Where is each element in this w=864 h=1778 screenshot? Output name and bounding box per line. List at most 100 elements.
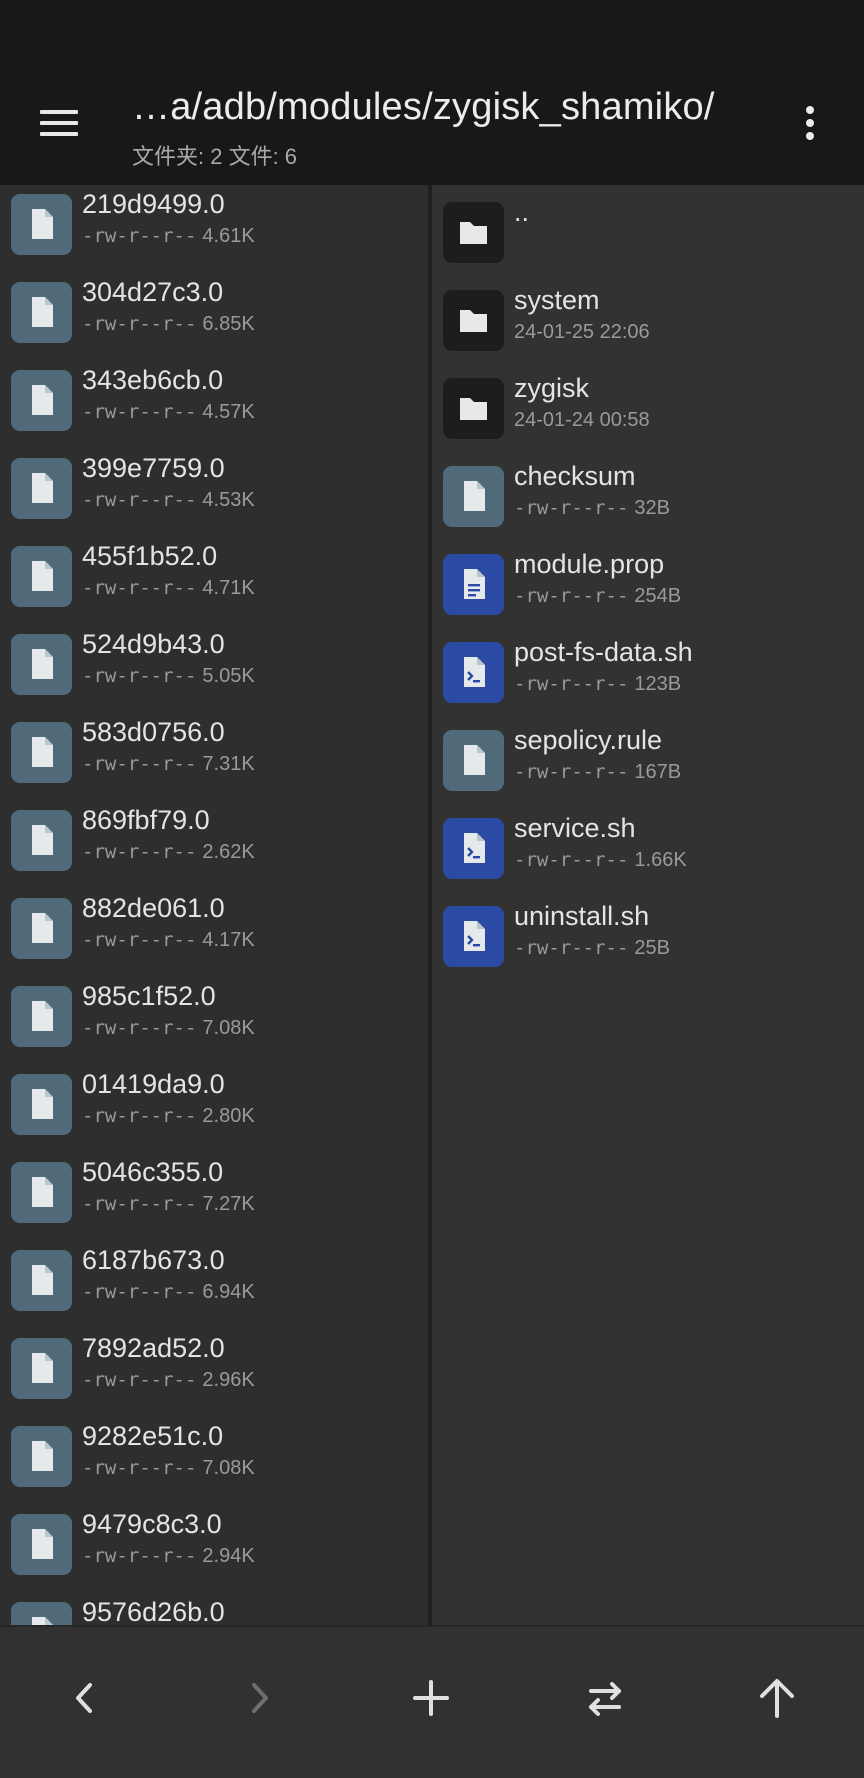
item-size: 7.08K: [202, 1457, 255, 1479]
list-item[interactable]: 524d9b43.0 -rw-r--r-- 5.05K: [0, 617, 428, 705]
item-size: 7.27K: [202, 1193, 255, 1215]
item-name: post-fs-data.sh: [514, 637, 693, 667]
item-name: ..: [514, 197, 530, 227]
item-permissions: -rw-r--r--: [82, 225, 197, 247]
list-item[interactable]: 5046c355.0 -rw-r--r-- 7.27K: [0, 1145, 428, 1233]
item-name: 7892ad52.0: [82, 1333, 225, 1363]
list-item[interactable]: 9282e51c.0 -rw-r--r-- 7.08K: [0, 1409, 428, 1497]
item-permissions: -rw-r--r--: [82, 401, 197, 423]
list-item[interactable]: uninstall.sh -rw-r--r-- 25B: [432, 889, 864, 977]
list-item[interactable]: 9576d26b.0: [0, 1585, 428, 1625]
item-name: 343eb6cb.0: [82, 365, 224, 395]
folder-icon: [443, 290, 504, 351]
item-size: 1.66K: [634, 849, 687, 871]
item-meta: -rw-r--r-- 7.08K: [82, 1017, 255, 1040]
right-file-pane[interactable]: .. system 24-01-25 22:06 zygisk 24-01-24 00:…: [432, 185, 864, 1625]
list-item[interactable]: 01419da9.0 -rw-r--r-- 2.80K: [0, 1057, 428, 1145]
list-item[interactable]: 343eb6cb.0 -rw-r--r-- 4.57K: [0, 353, 428, 441]
item-permissions: -rw-r--r--: [82, 313, 197, 335]
file-icon: [11, 1338, 72, 1399]
item-size: 4.17K: [202, 929, 255, 951]
up-directory-icon[interactable]: [742, 1663, 812, 1733]
item-permissions: -rw-r--r--: [82, 841, 197, 863]
item-name: 5046c355.0: [82, 1157, 224, 1187]
list-item[interactable]: 399e7759.0 -rw-r--r-- 4.53K: [0, 441, 428, 529]
item-meta: -rw-r--r-- 2.62K: [82, 841, 255, 864]
list-item[interactable]: 455f1b52.0 -rw-r--r-- 4.71K: [0, 529, 428, 617]
file-icon: [11, 282, 72, 343]
item-meta: -rw-r--r-- 123B: [514, 673, 681, 696]
list-item[interactable]: 6187b673.0 -rw-r--r-- 6.94K: [0, 1233, 428, 1321]
item-permissions: -rw-r--r--: [514, 585, 629, 607]
swap-panes-icon[interactable]: [570, 1663, 640, 1733]
item-size: 123B: [634, 673, 682, 695]
item-permissions: -rw-r--r--: [82, 665, 197, 687]
back-icon[interactable]: [50, 1663, 120, 1733]
item-name: 583d0756.0: [82, 717, 225, 747]
folder-file-counts: 文件夹: 2 文件: 6: [132, 144, 298, 169]
item-meta: -rw-r--r-- 32B: [514, 497, 670, 520]
list-item[interactable]: zygisk 24-01-24 00:58: [432, 361, 864, 449]
item-meta: -rw-r--r-- 25B: [514, 937, 670, 960]
item-permissions: -rw-r--r--: [514, 673, 629, 695]
menu-icon[interactable]: [36, 102, 80, 142]
list-item[interactable]: post-fs-data.sh -rw-r--r-- 123B: [432, 625, 864, 713]
list-item[interactable]: 7892ad52.0 -rw-r--r-- 2.96K: [0, 1321, 428, 1409]
item-meta: -rw-r--r-- 4.57K: [82, 401, 255, 424]
item-permissions: -rw-r--r--: [514, 761, 629, 783]
list-item[interactable]: ..: [432, 185, 864, 273]
item-name: uninstall.sh: [514, 901, 650, 931]
item-date: 24-01-24 00:58: [514, 409, 650, 431]
item-name: zygisk: [514, 373, 590, 403]
left-file-pane[interactable]: 219d9499.0 -rw-r--r-- 4.61K 304d27c3.0 -rw-r…: [0, 185, 428, 1625]
item-size: 167B: [634, 761, 682, 783]
item-size: 4.57K: [202, 401, 255, 423]
list-item[interactable]: module.prop -rw-r--r-- 254B: [432, 537, 864, 625]
item-size: 2.62K: [202, 841, 255, 863]
item-name: 882de061.0: [82, 893, 225, 923]
list-item[interactable]: 219d9499.0 -rw-r--r-- 4.61K: [0, 185, 428, 265]
item-permissions: -rw-r--r--: [82, 1545, 197, 1567]
item-name: 524d9b43.0: [82, 629, 225, 659]
item-permissions: -rw-r--r--: [82, 753, 197, 775]
script-file-icon: [443, 906, 504, 967]
list-item[interactable]: sepolicy.rule -rw-r--r-- 167B: [432, 713, 864, 801]
forward-icon[interactable]: [224, 1663, 294, 1733]
list-item[interactable]: service.sh -rw-r--r-- 1.66K: [432, 801, 864, 889]
item-permissions: -rw-r--r--: [82, 577, 197, 599]
add-icon[interactable]: [396, 1663, 466, 1733]
file-icon: [11, 634, 72, 695]
item-size: 7.31K: [202, 753, 255, 775]
current-path-title: …a/adb/modules/zygisk_shamiko/: [132, 86, 715, 128]
item-meta: 24-01-25 22:06: [514, 321, 650, 344]
file-icon: [11, 1602, 72, 1625]
list-item[interactable]: 985c1f52.0 -rw-r--r-- 7.08K: [0, 969, 428, 1057]
item-permissions: -rw-r--r--: [82, 929, 197, 951]
item-size: 25B: [634, 937, 670, 959]
item-name: 01419da9.0: [82, 1069, 225, 1099]
item-permissions: -rw-r--r--: [82, 1105, 197, 1127]
item-meta: -rw-r--r-- 7.08K: [82, 1457, 255, 1480]
item-size: 4.61K: [202, 225, 255, 247]
item-meta: -rw-r--r-- 2.94K: [82, 1545, 255, 1568]
item-size: 4.71K: [202, 577, 255, 599]
list-item[interactable]: system 24-01-25 22:06: [432, 273, 864, 361]
folder-icon: [443, 202, 504, 263]
item-meta: -rw-r--r-- 1.66K: [514, 849, 687, 872]
item-permissions: -rw-r--r--: [82, 1193, 197, 1215]
list-item[interactable]: 583d0756.0 -rw-r--r-- 7.31K: [0, 705, 428, 793]
file-icon: [443, 466, 504, 527]
file-icon: [11, 1514, 72, 1575]
list-item[interactable]: 882de061.0 -rw-r--r-- 4.17K: [0, 881, 428, 969]
item-name: system: [514, 285, 600, 315]
item-name: 985c1f52.0: [82, 981, 216, 1011]
list-item[interactable]: 9479c8c3.0 -rw-r--r-- 2.94K: [0, 1497, 428, 1585]
list-item[interactable]: checksum -rw-r--r-- 32B: [432, 449, 864, 537]
file-icon: [11, 1162, 72, 1223]
item-name: module.prop: [514, 549, 665, 579]
more-options-icon[interactable]: [790, 100, 830, 146]
list-item[interactable]: 869fbf79.0 -rw-r--r-- 2.62K: [0, 793, 428, 881]
file-icon: [11, 1250, 72, 1311]
file-icon: [11, 194, 72, 255]
list-item[interactable]: 304d27c3.0 -rw-r--r-- 6.85K: [0, 265, 428, 353]
